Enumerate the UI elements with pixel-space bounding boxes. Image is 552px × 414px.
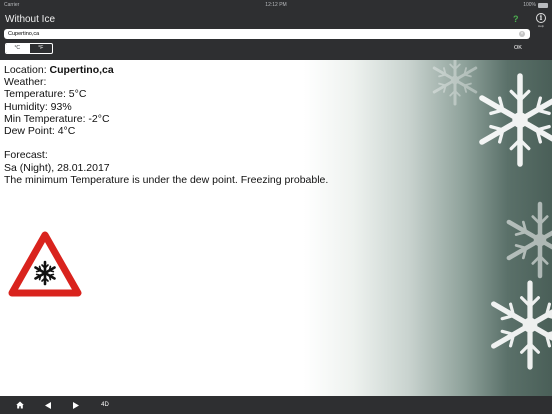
forecast-label: Forecast:	[4, 149, 48, 162]
triangle-right-icon	[73, 401, 79, 409]
weather-label: Weather:	[4, 76, 47, 89]
temperature-line: Temperature: 5°C	[4, 88, 87, 101]
home-icon	[16, 401, 24, 409]
triangle-left-icon	[45, 401, 51, 409]
status-time: 12:12 PM	[265, 2, 287, 8]
dew-point-line: Dew Point: 4°C	[4, 125, 76, 138]
header-bar: Without Ice ? i Help × °C °F OK	[0, 10, 552, 60]
forward-button[interactable]	[69, 396, 83, 414]
location-value: Cupertino,ca	[49, 64, 114, 76]
4d-button[interactable]: 4D	[96, 396, 114, 414]
status-bar: Carrier 12:12 PM 100%	[0, 0, 552, 10]
info-icon: i	[536, 13, 546, 23]
unit-toggle: °C °F	[5, 43, 53, 54]
weather-content: Location: Cupertino,ca Weather: Temperat…	[0, 60, 552, 396]
clear-text-icon[interactable]: ×	[519, 31, 525, 37]
battery-icon	[538, 2, 548, 8]
fahrenheit-segment[interactable]: °F	[28, 44, 53, 53]
location-line: Location: Cupertino,ca	[4, 64, 328, 76]
info-label: Help	[537, 24, 545, 28]
humidity-line: Humidity: 93%	[4, 100, 72, 113]
forecast-message: The minimum Temperature is under the dew…	[4, 173, 329, 186]
info-button[interactable]: i Help	[533, 13, 549, 28]
forecast-date: Sa (Night), 28.01.2017	[4, 161, 110, 174]
battery-indicator: 100%	[523, 2, 548, 8]
weather-report: Location: Cupertino,ca Weather: Temperat…	[4, 64, 328, 186]
location-label: Location:	[4, 64, 50, 76]
app-title: Without Ice	[5, 14, 56, 25]
bottom-toolbar: 4D	[0, 396, 552, 414]
home-button[interactable]	[12, 396, 28, 414]
battery-percentage: 100%	[523, 2, 536, 8]
snowflake-warning-sign-icon	[8, 231, 82, 297]
back-button[interactable]	[41, 396, 55, 414]
location-search-input[interactable]	[4, 29, 530, 39]
celsius-segment[interactable]: °C	[6, 44, 29, 53]
help-question-icon[interactable]: ?	[513, 14, 519, 24]
min-temperature-line: Min Temperature: -2°C	[4, 112, 110, 125]
ok-button[interactable]: OK	[514, 45, 522, 51]
